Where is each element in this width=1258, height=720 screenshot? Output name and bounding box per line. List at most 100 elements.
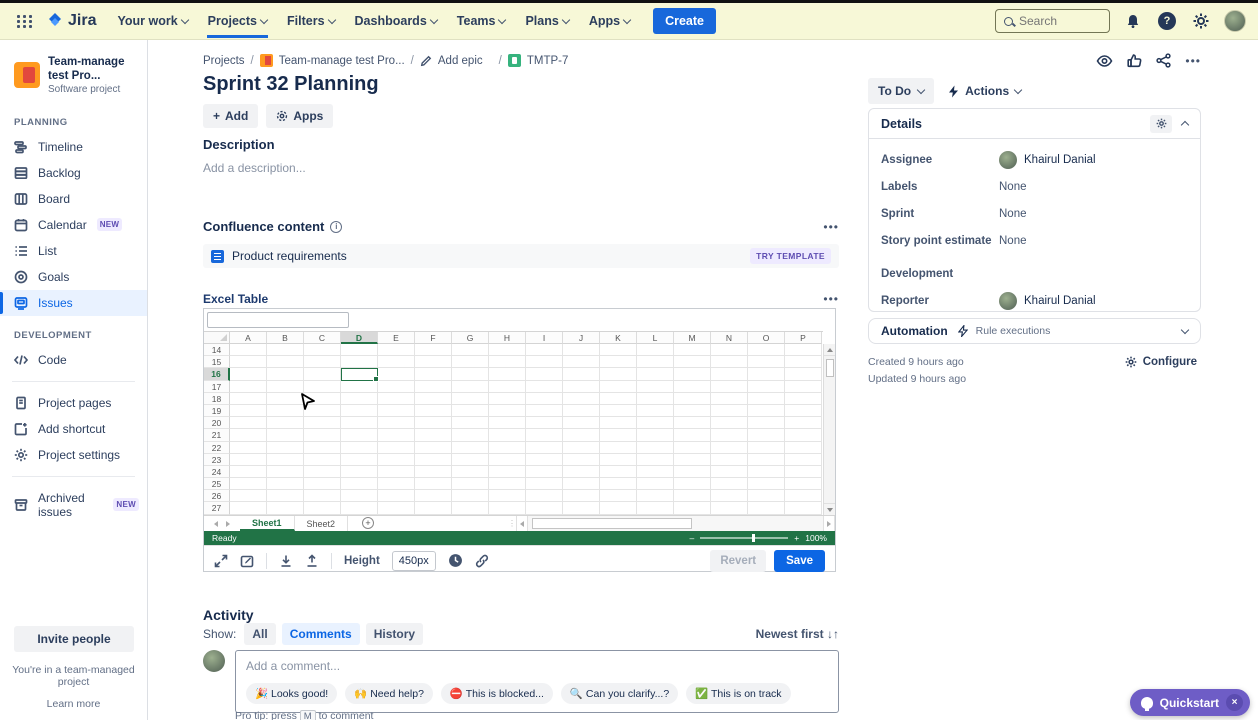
quickstart-button[interactable]: Quickstart ×: [1130, 689, 1250, 716]
cell-O15[interactable]: [748, 356, 785, 368]
cell-J17[interactable]: [563, 381, 600, 393]
cell-M19[interactable]: [674, 405, 711, 417]
cell-K20[interactable]: [600, 417, 637, 429]
add-button[interactable]: + Add: [203, 104, 258, 128]
cell-N23[interactable]: [711, 454, 748, 466]
cell-I18[interactable]: [526, 393, 563, 405]
cell-E19[interactable]: [378, 405, 415, 417]
cell-E25[interactable]: [378, 478, 415, 490]
configure-button[interactable]: Configure: [1125, 356, 1197, 368]
confluence-more-button[interactable]: •••: [823, 220, 839, 234]
cell-P14[interactable]: [785, 344, 822, 356]
cell-O19[interactable]: [748, 405, 785, 417]
cell-L16[interactable]: [637, 368, 674, 380]
col-header-B[interactable]: B: [267, 332, 304, 344]
cell-J18[interactable]: [563, 393, 600, 405]
cell-E26[interactable]: [378, 490, 415, 502]
cell-K19[interactable]: [600, 405, 637, 417]
sidebar-item-project-settings[interactable]: Project settings: [0, 442, 147, 468]
cell-O24[interactable]: [748, 466, 785, 478]
cell-P22[interactable]: [785, 442, 822, 454]
cell-J23[interactable]: [563, 454, 600, 466]
cell-I26[interactable]: [526, 490, 563, 502]
cell-B21[interactable]: [267, 429, 304, 441]
cell-O21[interactable]: [748, 429, 785, 441]
cell-B23[interactable]: [267, 454, 304, 466]
sheet-prev-arrow[interactable]: [214, 521, 218, 527]
col-header-N[interactable]: N: [711, 332, 748, 344]
cell-D26[interactable]: [341, 490, 378, 502]
cell-K25[interactable]: [600, 478, 637, 490]
expand-button[interactable]: [214, 554, 228, 568]
cell-I17[interactable]: [526, 381, 563, 393]
cell-H14[interactable]: [489, 344, 526, 356]
cell-J26[interactable]: [563, 490, 600, 502]
invite-people-button[interactable]: Invite people: [14, 626, 134, 652]
cell-D24[interactable]: [341, 466, 378, 478]
cell-L27[interactable]: [637, 502, 674, 514]
cell-H20[interactable]: [489, 417, 526, 429]
cell-J27[interactable]: [563, 502, 600, 514]
nav-item-projects[interactable]: Projects: [199, 4, 276, 38]
row-header-15[interactable]: 15: [204, 356, 230, 368]
cell-B14[interactable]: [267, 344, 304, 356]
col-header-H[interactable]: H: [489, 332, 526, 344]
cell-G19[interactable]: [452, 405, 489, 417]
cell-A24[interactable]: [230, 466, 267, 478]
breadcrumb-issue-key[interactable]: TMTP-7: [527, 55, 569, 67]
field-labels[interactable]: Labels None: [881, 176, 1188, 197]
cell-L14[interactable]: [637, 344, 674, 356]
nav-item-filters[interactable]: Filters: [278, 4, 344, 38]
cell-F25[interactable]: [415, 478, 452, 490]
cell-H21[interactable]: [489, 429, 526, 441]
horizontal-scroll-thumb[interactable]: [532, 518, 692, 529]
user-avatar[interactable]: [1224, 10, 1246, 32]
cell-C23[interactable]: [304, 454, 341, 466]
cell-J25[interactable]: [563, 478, 600, 490]
apps-button[interactable]: Apps: [266, 104, 333, 128]
cell-C22[interactable]: [304, 442, 341, 454]
col-header-L[interactable]: L: [637, 332, 674, 344]
cell-L19[interactable]: [637, 405, 674, 417]
learn-more-link[interactable]: Learn more: [0, 698, 147, 710]
cell-L22[interactable]: [637, 442, 674, 454]
search-input[interactable]: [1019, 14, 1099, 28]
col-header-F[interactable]: F: [415, 332, 452, 344]
filter-all[interactable]: All: [244, 623, 275, 645]
cell-P26[interactable]: [785, 490, 822, 502]
cell-J22[interactable]: [563, 442, 600, 454]
cell-L15[interactable]: [637, 356, 674, 368]
cell-H15[interactable]: [489, 356, 526, 368]
cell-P16[interactable]: [785, 368, 822, 380]
cell-H18[interactable]: [489, 393, 526, 405]
cell-E16[interactable]: [378, 368, 415, 380]
cell-A26[interactable]: [230, 490, 267, 502]
cell-B22[interactable]: [267, 442, 304, 454]
row-header-26[interactable]: 26: [204, 490, 230, 502]
cell-O25[interactable]: [748, 478, 785, 490]
confluence-page-link[interactable]: Product requirements TRY TEMPLATE: [203, 244, 839, 268]
issue-more-button[interactable]: •••: [1185, 54, 1201, 68]
help-button[interactable]: ?: [1156, 10, 1178, 32]
filter-history[interactable]: History: [366, 623, 423, 645]
cell-F18[interactable]: [415, 393, 452, 405]
cell-D20[interactable]: [341, 417, 378, 429]
cell-H23[interactable]: [489, 454, 526, 466]
watch-button[interactable]: [1096, 54, 1113, 68]
details-settings-button[interactable]: [1150, 115, 1172, 133]
breadcrumb-projects[interactable]: Projects: [203, 55, 245, 67]
comment-placeholder[interactable]: Add a comment...: [246, 659, 828, 673]
notifications-button[interactable]: [1122, 10, 1144, 32]
cell-C20[interactable]: [304, 417, 341, 429]
like-button[interactable]: [1127, 53, 1142, 68]
quick-reply-need-help[interactable]: 🙌 Need help?: [345, 683, 433, 704]
row-header-25[interactable]: 25: [204, 478, 230, 490]
expand-automation-chevron[interactable]: [1181, 325, 1189, 333]
cell-H25[interactable]: [489, 478, 526, 490]
cell-K14[interactable]: [600, 344, 637, 356]
scrollbar-splitter[interactable]: ⋮: [508, 519, 516, 528]
cell-L17[interactable]: [637, 381, 674, 393]
info-icon[interactable]: i: [330, 221, 342, 233]
cell-F23[interactable]: [415, 454, 452, 466]
collapse-details-chevron[interactable]: [1181, 121, 1189, 129]
